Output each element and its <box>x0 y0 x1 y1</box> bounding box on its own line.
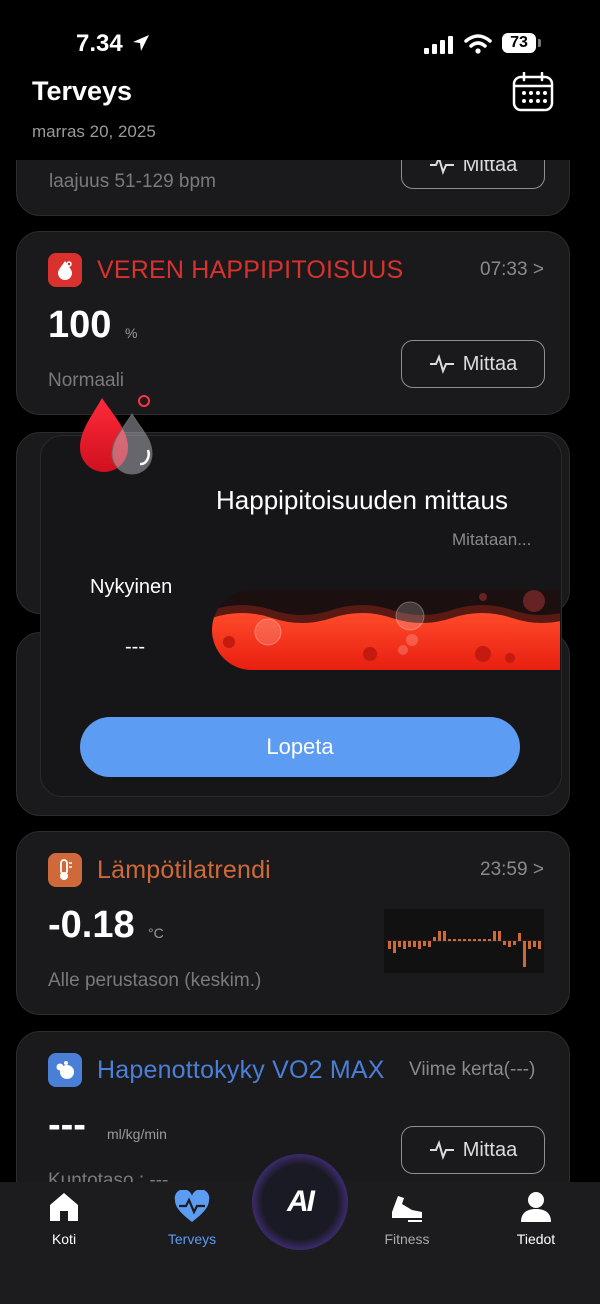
dialog-status: Mitataan... <box>452 530 532 549</box>
vo2max-title: Hapenottokyky VO2 MAX <box>97 1056 385 1084</box>
spo2-value: 100 <box>48 304 112 346</box>
oxygen-bubbles-icon <box>48 1053 82 1087</box>
page-title: Terveys <box>32 76 133 106</box>
blood-drop-icon <box>48 253 82 287</box>
battery-nub <box>538 39 541 47</box>
vo2max-measure-button[interactable]: Mittaa <box>401 1126 545 1174</box>
spo2-unit: % <box>125 325 138 341</box>
thermometer-icon <box>48 853 82 887</box>
vo2max-value: --- <box>48 1104 86 1146</box>
temperature-title: Lämpötilatrendi <box>97 856 271 884</box>
tab-label: Fitness <box>384 1231 430 1247</box>
heart-rate-card[interactable]: laajuus 51-129 bpm Mittaa <box>16 160 570 216</box>
spo2-card[interactable]: VEREN HAPPIPITOISUUS 07:33 > 100 % Norma… <box>16 231 570 415</box>
calendar-icon[interactable] <box>512 72 554 112</box>
heart-rate-range: laajuus 51-129 bpm <box>49 171 216 192</box>
heart-rate-measure-button[interactable]: Mittaa <box>401 160 545 189</box>
dialog-title: Happipitoisuuden mittaus <box>216 485 508 515</box>
tab-terveys[interactable]: Terveys <box>152 1189 232 1247</box>
pulse-icon <box>429 1140 454 1160</box>
stop-label: Lopeta <box>266 734 334 759</box>
cellular-signal-icon <box>424 36 453 54</box>
temperature-trend-chart <box>384 909 544 973</box>
heart-pulse-icon <box>174 1189 210 1222</box>
tab-koti[interactable]: Koti <box>24 1190 104 1247</box>
temperature-value: -0.18 <box>48 904 135 946</box>
temperature-time[interactable]: 23:59 > <box>480 859 544 881</box>
blood-drop-logo-icon <box>80 395 153 475</box>
page-date: marras 20, 2025 <box>32 122 156 141</box>
vo2max-fitness-level: Kuntotaso : --- <box>48 1170 169 1182</box>
vo2max-last-time[interactable]: Viime kerta(---) <box>409 1059 535 1081</box>
tab-label: Tiedot <box>516 1231 556 1247</box>
tab-tiedot[interactable]: Tiedot <box>496 1190 576 1247</box>
spo2-status: Normaali <box>48 370 125 391</box>
measure-label: Mittaa <box>462 160 518 176</box>
pulse-icon <box>429 354 454 374</box>
home-icon <box>50 1193 78 1221</box>
pulse-icon <box>429 160 454 175</box>
spo2-measure-button[interactable]: Mittaa <box>401 340 545 388</box>
temperature-unit: °C <box>148 925 164 941</box>
measurement-wave-animation <box>212 590 560 670</box>
temperature-status: Alle perustason (keskim.) <box>48 970 262 991</box>
status-time: 7.34 <box>76 30 123 57</box>
measure-label: Mittaa <box>462 352 518 375</box>
tab-label: Koti <box>51 1231 77 1247</box>
ai-assistant-button[interactable]: AI <box>252 1154 348 1250</box>
current-label: Nykyinen <box>90 576 173 598</box>
battery-indicator: 73 <box>502 33 536 53</box>
current-value: --- <box>125 636 145 658</box>
stop-button[interactable]: Lopeta <box>80 717 520 777</box>
wifi-icon <box>464 34 492 54</box>
person-icon <box>521 1192 551 1222</box>
location-arrow-icon <box>133 35 149 51</box>
shoe-icon <box>392 1196 422 1222</box>
vo2max-unit: ml/kg/min <box>107 1126 167 1142</box>
tab-label: Terveys <box>167 1231 217 1247</box>
temperature-card[interactable]: Lämpötilatrendi 23:59 > -0.18 °C Alle pe… <box>16 831 570 1015</box>
spo2-time[interactable]: 07:33 > <box>480 259 544 281</box>
tab-fitness[interactable]: Fitness <box>367 1190 447 1247</box>
spo2-title: VEREN HAPPIPITOISUUS <box>97 256 404 284</box>
ai-icon: AI <box>287 1185 315 1218</box>
measure-label: Mittaa <box>462 1138 518 1161</box>
